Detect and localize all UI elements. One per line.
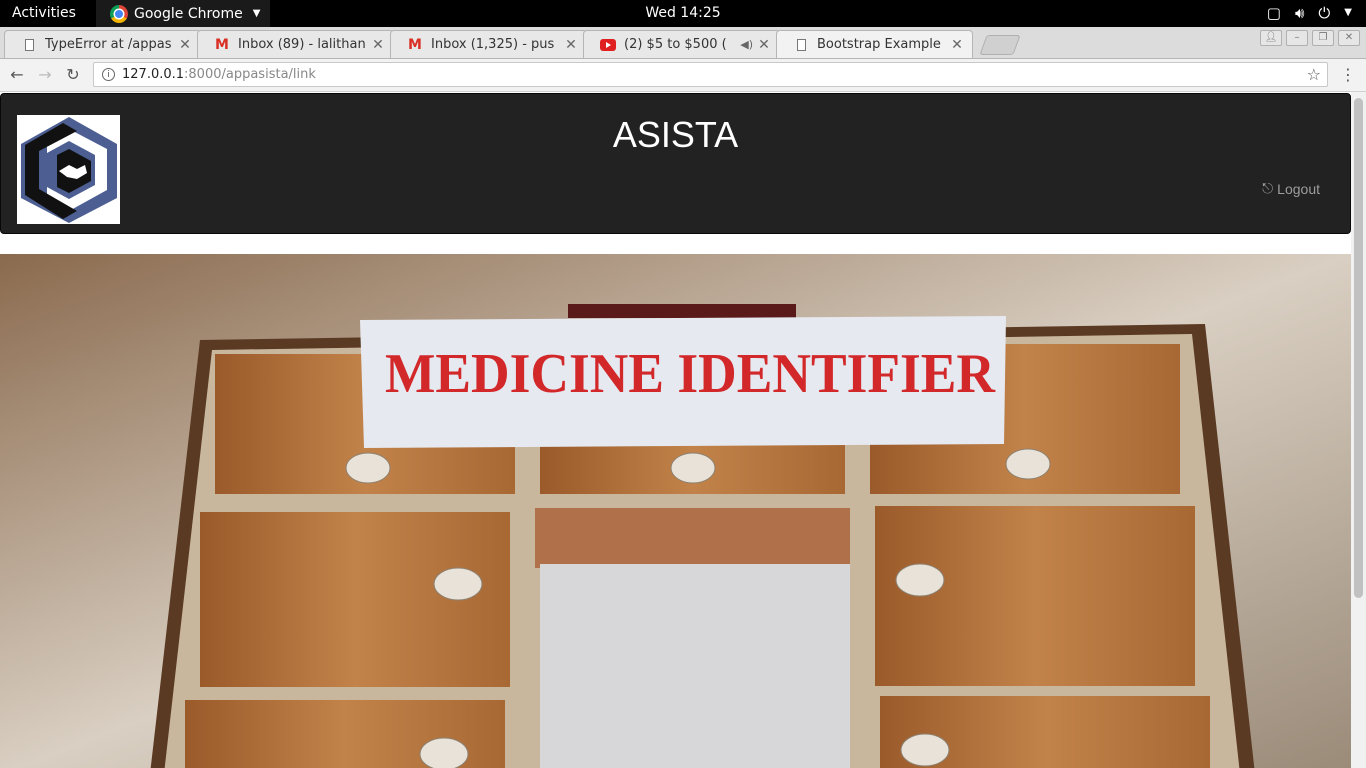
browser-toolbar: ← → ↻ i 127.0.0.1:8000/appasista/link ☆ … xyxy=(0,59,1366,92)
tab-youtube[interactable]: (2) $5 to $500 ( ◀) ✕ xyxy=(583,30,780,58)
url-host: 127.0.0.1 xyxy=(122,67,185,82)
tab-title: (2) $5 to $500 ( xyxy=(624,37,727,52)
clock[interactable]: Wed 14:25 xyxy=(0,5,1366,21)
minimize-button[interactable]: – xyxy=(1286,30,1308,46)
forward-button[interactable]: → xyxy=(34,64,56,86)
close-window-button[interactable]: ✕ xyxy=(1338,30,1360,46)
address-bar[interactable]: i 127.0.0.1:8000/appasista/link ☆ xyxy=(93,62,1328,87)
system-tray[interactable]: ▢ 🔊︎ ⏻ ▼ xyxy=(1267,4,1352,22)
hero-image: MEDICINE IDENTIFIER xyxy=(0,254,1351,768)
power-icon: ⏻ xyxy=(1318,4,1331,22)
window-icon: ▢ xyxy=(1266,4,1281,22)
gmail-icon: M xyxy=(215,36,229,53)
speaker-icon[interactable]: ◀) xyxy=(740,38,753,51)
url-path: :8000/appasista/link xyxy=(184,67,316,82)
close-icon[interactable]: ✕ xyxy=(564,37,578,53)
tab-strip: TypeError at /appas ✕ M Inbox (89) - lal… xyxy=(0,27,1366,59)
tab-gmail-inbox-1325[interactable]: M Inbox (1,325) - pus ✕ xyxy=(390,30,587,58)
site-brand-title[interactable]: ASISTA xyxy=(1,114,1350,156)
tab-bootstrap-example[interactable]: Bootstrap Example ✕ xyxy=(776,30,973,58)
page-viewport: ASISTA ⎋ Logout MEDICINE IDENTIFIER xyxy=(0,92,1366,768)
info-icon[interactable]: i xyxy=(102,68,115,81)
logout-link[interactable]: ⎋ Logout xyxy=(1262,180,1320,197)
tab-title: Inbox (1,325) - pus xyxy=(431,37,555,52)
tab-title: Inbox (89) - lalithan xyxy=(238,37,366,52)
hero-sign-text: MEDICINE IDENTIFIER xyxy=(385,343,996,405)
site-navbar: ASISTA ⎋ Logout xyxy=(0,93,1351,234)
reload-button[interactable]: ↻ xyxy=(62,64,84,86)
tab-title: Bootstrap Example xyxy=(817,37,941,52)
close-icon[interactable]: ✕ xyxy=(757,37,771,53)
maximize-button[interactable]: ❐ xyxy=(1312,30,1334,46)
close-icon[interactable]: ✕ xyxy=(950,37,964,53)
logout-label: Logout xyxy=(1277,180,1320,197)
browser-menu-icon[interactable]: ⋮ xyxy=(1340,64,1356,86)
youtube-icon xyxy=(600,37,616,53)
medicine-cabinet-image: MEDICINE IDENTIFIER xyxy=(0,254,1351,768)
back-button[interactable]: ← xyxy=(6,64,28,86)
system-top-bar: Activities Google Chrome ▼ Wed 14:25 ▢ 🔊… xyxy=(0,0,1366,27)
page-scrollbar[interactable] xyxy=(1351,92,1366,768)
document-icon xyxy=(793,37,809,53)
new-tab-button[interactable] xyxy=(979,35,1021,55)
gmail-icon: M xyxy=(408,36,422,53)
scrollbar-thumb[interactable] xyxy=(1354,98,1363,598)
window-controls: 👤︎ – ❐ ✕ xyxy=(1260,30,1360,46)
tab-gmail-inbox-89[interactable]: M Inbox (89) - lalithan ✕ xyxy=(197,30,394,58)
close-icon[interactable]: ✕ xyxy=(178,37,192,53)
document-icon xyxy=(21,37,37,53)
tab-title: TypeError at /appas xyxy=(45,37,172,52)
volume-icon: 🔊︎ xyxy=(1294,4,1305,22)
close-icon[interactable]: ✕ xyxy=(371,37,385,53)
logout-icon: ⎋ xyxy=(1262,180,1274,196)
chevron-down-icon: ▼ xyxy=(1344,7,1352,18)
tab-typeerror[interactable]: TypeError at /appas ✕ xyxy=(4,30,201,58)
profile-icon[interactable]: 👤︎ xyxy=(1260,30,1282,46)
bookmark-star-icon[interactable]: ☆ xyxy=(1307,63,1321,86)
